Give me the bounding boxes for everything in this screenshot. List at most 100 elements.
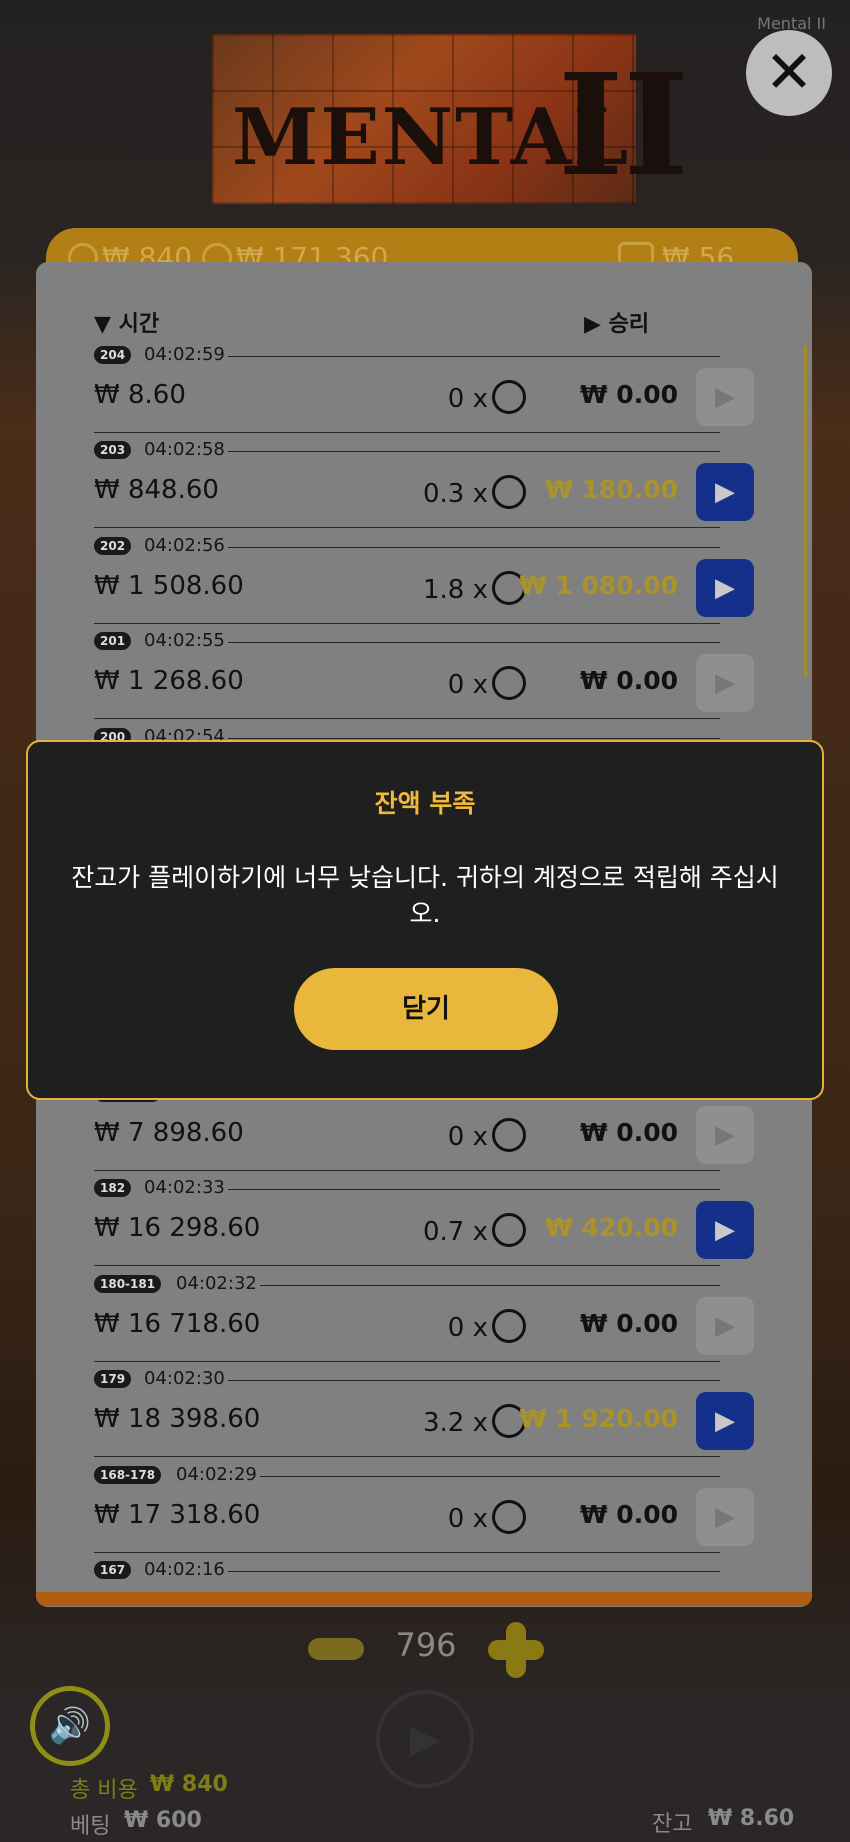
time-header-label: 시간 (118, 312, 160, 337)
round-time: 04:02:33 (144, 1177, 225, 1198)
play-icon: ▶ (715, 1120, 735, 1150)
row-multiplier: 3.2 x (336, 1404, 526, 1438)
divider (228, 356, 720, 357)
round-time: 04:02:30 (144, 1368, 225, 1389)
round-badge: 202 (94, 537, 132, 555)
row-win: ₩ 0.00 (580, 1118, 678, 1147)
divider (228, 642, 720, 643)
play-icon: ▶ (715, 1502, 735, 1532)
round-time: 04:02:58 (144, 439, 225, 460)
row-balance: ₩ 18 398.60 (94, 1404, 261, 1434)
history-row: 201 04:02:55 ₩ 1 268.60 0 x ₩ 0.00 ▶ (36, 624, 812, 719)
coin-icon (492, 1213, 526, 1247)
round-badge: 204 (94, 346, 132, 364)
round-badge: 179 (94, 1370, 132, 1388)
round-badge: 182 (94, 1179, 132, 1197)
coin-icon (492, 1118, 526, 1152)
round-time: 04:02:55 (144, 630, 225, 651)
replay-button[interactable]: ▶ (696, 1106, 754, 1164)
sound-toggle[interactable]: 🔊 (30, 1686, 110, 1766)
increase-button[interactable] (488, 1622, 544, 1678)
bet-label: 베팅 (70, 1814, 111, 1839)
row-divider (94, 718, 720, 719)
win-header-label: 승리 (608, 312, 650, 337)
time-column-header[interactable]: ▼ 시간 (94, 306, 159, 338)
coin-icon (492, 475, 526, 509)
play-icon: ▶ (715, 1311, 735, 1341)
round-badge: 167 (94, 1561, 132, 1579)
game-logo: MENTAL II (212, 34, 689, 204)
row-balance: ₩ 1 268.60 (94, 666, 244, 696)
panel-bottom-bar (36, 1592, 812, 1606)
row-win: ₩ 1 080.00 (519, 571, 678, 600)
round-badge: 168-178 (94, 1466, 162, 1484)
spin-button[interactable]: ▶ (376, 1690, 474, 1788)
row-win: ₩ 0.00 (580, 1309, 678, 1338)
row-multiplier: 0.7 x (336, 1213, 526, 1247)
replay-button[interactable]: ▶ (696, 1488, 754, 1546)
row-balance: ₩ 848.60 (94, 475, 219, 505)
row-balance: ₩ 1 508.60 (94, 571, 244, 601)
row-balance: ₩ 17 318.60 (94, 1500, 261, 1530)
replay-button[interactable]: ▶ (696, 1392, 754, 1450)
divider (228, 547, 720, 548)
replay-button[interactable]: ▶ (696, 1201, 754, 1259)
divider (228, 1571, 720, 1572)
spin-count: 796 (395, 1626, 457, 1664)
play-icon: ▶ (715, 573, 735, 603)
row-balance: ₩ 8.60 (94, 380, 186, 410)
row-balance: ₩ 16 718.60 (94, 1309, 261, 1339)
play-icon: ▶ (715, 382, 735, 412)
play-icon: ▶ (715, 477, 735, 507)
row-balance: ₩ 16 298.60 (94, 1213, 261, 1243)
coin-icon (492, 380, 526, 414)
divider (260, 1476, 720, 1477)
row-win: ₩ 0.00 (580, 1500, 678, 1529)
history-row: 203 04:02:58 ₩ 848.60 0.3 x ₩ 180.00 ▶ (36, 433, 812, 528)
row-win: ₩ 0.00 (580, 666, 678, 695)
close-button[interactable]: ✕ (746, 30, 832, 116)
row-multiplier: 0 x (336, 666, 526, 700)
dialog-message: 잔고가 플레이하기에 너무 낮습니다. 귀하의 계정으로 적립해 주십시오. (71, 863, 779, 928)
history-row: 202 04:02:56 ₩ 1 508.60 1.8 x ₩ 1 080.00 ▶ (36, 529, 812, 624)
dialog-close-button[interactable]: 닫기 (294, 968, 558, 1050)
round-time: 04:02:16 (144, 1559, 225, 1580)
close-icon: ✕ (764, 38, 814, 106)
row-multiplier: 0 x (336, 1118, 526, 1152)
row-divider (94, 527, 720, 528)
history-row: 179 04:02:30 ₩ 18 398.60 3.2 x ₩ 1 920.00 ▶ (36, 1362, 812, 1457)
insufficient-balance-dialog: 잔액 부족 잔고가 플레이하기에 너무 낮습니다. 귀하의 계정으로 적립해 주… (26, 740, 824, 1100)
win-column-header[interactable]: ▶ 승리 (584, 306, 649, 338)
replay-button[interactable]: ▶ (696, 654, 754, 712)
row-multiplier: 1.8 x (336, 571, 526, 605)
row-divider (94, 1265, 720, 1266)
row-win: ₩ 180.00 (545, 475, 678, 504)
history-row: 204 04:02:59 ₩ 8.60 0 x ₩ 0.00 ▶ (36, 338, 812, 433)
coin-icon (492, 1309, 526, 1343)
bet-amount: ₩ 600 (124, 1808, 202, 1833)
row-win: ₩ 420.00 (545, 1213, 678, 1242)
play-icon: ▶ (409, 1716, 441, 1762)
history-row: 182 04:02:33 ₩ 16 298.60 0.7 x ₩ 420.00 ▶ (36, 1171, 812, 1266)
round-badge: 201 (94, 632, 132, 650)
replay-button[interactable]: ▶ (696, 368, 754, 426)
replay-button[interactable]: ▶ (696, 1297, 754, 1355)
play-icon: ▶ (715, 1406, 735, 1436)
total-cost-label: 총 비용 (70, 1778, 138, 1803)
coin-icon (492, 1500, 526, 1534)
replay-button[interactable]: ▶ (696, 463, 754, 521)
divider (228, 738, 720, 739)
row-divider (94, 1456, 720, 1457)
row-multiplier: 0.3 x (336, 475, 526, 509)
history-row: 168-178 04:02:29 ₩ 17 318.60 0 x ₩ 0.00 ▶ (36, 1458, 812, 1553)
round-badge: 203 (94, 441, 132, 459)
row-win: ₩ 1 920.00 (519, 1404, 678, 1433)
divider (260, 1285, 720, 1286)
balance-amount: ₩ 8.60 (708, 1806, 795, 1831)
round-time: 04:02:32 (176, 1273, 257, 1294)
coin-icon (492, 666, 526, 700)
play-icon: ▶ (715, 1215, 735, 1245)
decrease-button[interactable] (308, 1638, 364, 1660)
speaker-icon: 🔊 (48, 1706, 92, 1746)
replay-button[interactable]: ▶ (696, 559, 754, 617)
